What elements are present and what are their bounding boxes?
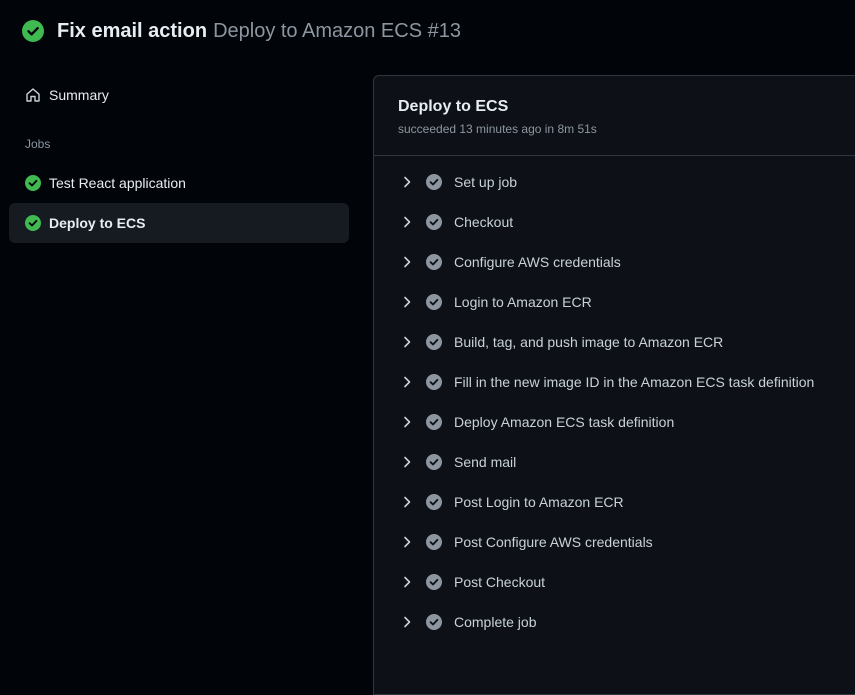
step-row[interactable]: Login to Amazon ECR bbox=[374, 282, 855, 322]
chevron-right-icon bbox=[399, 374, 415, 390]
step-check-icon bbox=[426, 294, 442, 310]
step-label: Build, tag, and push image to Amazon ECR bbox=[454, 334, 724, 350]
home-icon bbox=[25, 87, 41, 103]
sidebar-item-label: Summary bbox=[49, 87, 109, 103]
sidebar-item-label: Test React application bbox=[49, 175, 186, 191]
step-label: Configure AWS credentials bbox=[454, 254, 621, 270]
step-label: Set up job bbox=[454, 174, 518, 190]
workflow-name: Deploy to Amazon ECS #13 bbox=[213, 19, 461, 42]
step-check-icon bbox=[426, 214, 442, 230]
step-check-icon bbox=[426, 374, 442, 390]
step-check-icon bbox=[426, 254, 442, 270]
step-check-icon bbox=[426, 414, 442, 430]
run-header: Fix email action Deploy to Amazon ECS #1… bbox=[0, 0, 855, 62]
step-check-icon bbox=[426, 334, 442, 350]
step-check-icon bbox=[426, 174, 442, 190]
step-label: Deploy Amazon ECS task definition bbox=[454, 414, 675, 430]
step-row[interactable]: Post Checkout bbox=[374, 562, 855, 602]
chevron-right-icon bbox=[399, 534, 415, 550]
step-check-icon bbox=[426, 494, 442, 510]
job-header: Deploy to ECS succeeded 13 minutes ago i… bbox=[374, 76, 855, 156]
step-label: Post Checkout bbox=[454, 574, 546, 590]
step-row[interactable]: Complete job bbox=[374, 602, 855, 642]
step-check-icon bbox=[426, 534, 442, 550]
step-row[interactable]: Build, tag, and push image to Amazon ECR bbox=[374, 322, 855, 362]
chevron-right-icon bbox=[399, 294, 415, 310]
success-check-icon bbox=[25, 215, 41, 231]
sidebar: Summary Jobs Test React application Depl… bbox=[0, 62, 360, 687]
step-row[interactable]: Post Configure AWS credentials bbox=[374, 522, 855, 562]
job-status-text: succeeded 13 minutes ago in 8m 51s bbox=[398, 122, 597, 136]
sidebar-item-job-test-react[interactable]: Test React application bbox=[9, 163, 349, 203]
step-check-icon bbox=[426, 574, 442, 590]
sidebar-item-summary[interactable]: Summary bbox=[9, 75, 349, 115]
step-check-icon bbox=[426, 454, 442, 470]
chevron-right-icon bbox=[399, 494, 415, 510]
chevron-right-icon bbox=[399, 574, 415, 590]
step-label: Fill in the new image ID in the Amazon E… bbox=[454, 374, 815, 390]
chevron-right-icon bbox=[399, 614, 415, 630]
workflow-run-title: Fix email action bbox=[57, 19, 208, 42]
chevron-right-icon bbox=[399, 214, 415, 230]
success-check-icon bbox=[22, 20, 44, 42]
step-label: Login to Amazon ECR bbox=[454, 294, 592, 310]
chevron-right-icon bbox=[399, 454, 415, 470]
step-row[interactable]: Fill in the new image ID in the Amazon E… bbox=[374, 362, 855, 402]
step-row[interactable]: Configure AWS credentials bbox=[374, 242, 855, 282]
step-row[interactable]: Send mail bbox=[374, 442, 855, 482]
chevron-right-icon bbox=[399, 414, 415, 430]
chevron-right-icon bbox=[399, 174, 415, 190]
job-title: Deploy to ECS bbox=[398, 98, 509, 115]
chevron-right-icon bbox=[399, 334, 415, 350]
job-panel: Deploy to ECS succeeded 13 minutes ago i… bbox=[373, 75, 855, 695]
step-label: Checkout bbox=[454, 214, 514, 230]
step-label: Complete job bbox=[454, 614, 537, 630]
step-row[interactable]: Post Login to Amazon ECR bbox=[374, 482, 855, 522]
step-label: Post Configure AWS credentials bbox=[454, 534, 653, 550]
step-label: Post Login to Amazon ECR bbox=[454, 494, 624, 510]
sidebar-item-job-deploy-ecs[interactable]: Deploy to ECS bbox=[9, 203, 349, 243]
chevron-right-icon bbox=[399, 254, 415, 270]
step-row[interactable]: Deploy Amazon ECS task definition bbox=[374, 402, 855, 442]
step-row[interactable]: Checkout bbox=[374, 202, 855, 242]
step-row[interactable]: Set up job bbox=[374, 162, 855, 202]
sidebar-item-label: Deploy to ECS bbox=[49, 215, 146, 231]
jobs-heading: Jobs bbox=[25, 137, 51, 151]
step-label: Send mail bbox=[454, 454, 517, 470]
step-check-icon bbox=[426, 614, 442, 630]
success-check-icon bbox=[25, 175, 41, 191]
